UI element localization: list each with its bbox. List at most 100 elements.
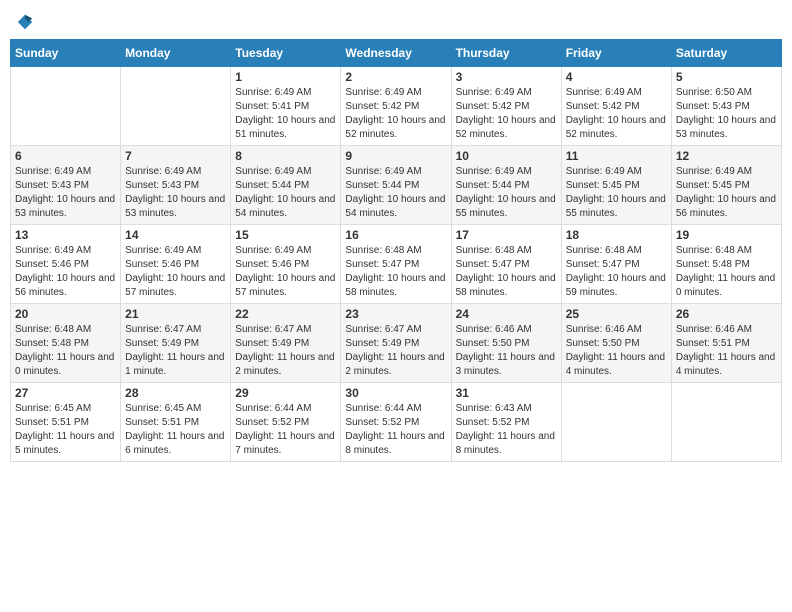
day-number: 5 (676, 70, 777, 84)
day-number: 30 (345, 386, 446, 400)
calendar-cell: 10 Sunrise: 6:49 AM Sunset: 5:44 PM Dayli… (451, 146, 561, 225)
calendar-cell: 19 Sunrise: 6:48 AM Sunset: 5:48 PM Dayli… (671, 225, 781, 304)
calendar-cell: 31 Sunrise: 6:43 AM Sunset: 5:52 PM Dayli… (451, 383, 561, 462)
day-info: Sunrise: 6:49 AM Sunset: 5:41 PM Dayligh… (235, 86, 336, 142)
calendar-cell: 24 Sunrise: 6:46 AM Sunset: 5:50 PM Dayli… (451, 304, 561, 383)
day-info: Sunrise: 6:47 AM Sunset: 5:49 PM Dayligh… (125, 323, 226, 379)
day-number: 23 (345, 307, 446, 321)
day-number: 2 (345, 70, 446, 84)
calendar-week-row: 27 Sunrise: 6:45 AM Sunset: 5:51 PM Dayli… (11, 383, 782, 462)
day-number: 27 (15, 386, 116, 400)
calendar-cell: 1 Sunrise: 6:49 AM Sunset: 5:41 PM Daylig… (231, 67, 341, 146)
calendar-week-row: 1 Sunrise: 6:49 AM Sunset: 5:41 PM Daylig… (11, 67, 782, 146)
day-number: 19 (676, 228, 777, 242)
day-number: 28 (125, 386, 226, 400)
day-number: 24 (456, 307, 557, 321)
calendar-header-sunday: Sunday (11, 40, 121, 67)
day-number: 13 (15, 228, 116, 242)
calendar-header-wednesday: Wednesday (341, 40, 451, 67)
day-info: Sunrise: 6:49 AM Sunset: 5:42 PM Dayligh… (456, 86, 557, 142)
calendar-cell: 14 Sunrise: 6:49 AM Sunset: 5:46 PM Dayli… (121, 225, 231, 304)
calendar-header-thursday: Thursday (451, 40, 561, 67)
day-info: Sunrise: 6:49 AM Sunset: 5:44 PM Dayligh… (345, 165, 446, 221)
calendar-header-row: SundayMondayTuesdayWednesdayThursdayFrid… (11, 40, 782, 67)
day-number: 20 (15, 307, 116, 321)
calendar-cell: 8Sunrise: 6:49 AM Sunset: 5:44 PM Daylig… (231, 146, 341, 225)
day-number: 29 (235, 386, 336, 400)
day-info: Sunrise: 6:50 AM Sunset: 5:43 PM Dayligh… (676, 86, 777, 142)
day-number: 22 (235, 307, 336, 321)
day-info: Sunrise: 6:45 AM Sunset: 5:51 PM Dayligh… (15, 402, 116, 458)
day-number: 17 (456, 228, 557, 242)
day-info: Sunrise: 6:44 AM Sunset: 5:52 PM Dayligh… (235, 402, 336, 458)
day-info: Sunrise: 6:49 AM Sunset: 5:42 PM Dayligh… (566, 86, 667, 142)
day-number: 21 (125, 307, 226, 321)
calendar-cell: 15 Sunrise: 6:49 AM Sunset: 5:46 PM Dayli… (231, 225, 341, 304)
day-number: 1 (235, 70, 336, 84)
day-info: Sunrise: 6:44 AM Sunset: 5:52 PM Dayligh… (345, 402, 446, 458)
calendar-cell: 18Sunrise: 6:48 AM Sunset: 5:47 PM Dayli… (561, 225, 671, 304)
day-info: Sunrise: 6:49 AM Sunset: 5:43 PM Dayligh… (125, 165, 226, 221)
day-number: 6 (15, 149, 116, 163)
calendar-week-row: 20 Sunrise: 6:48 AM Sunset: 5:48 PM Dayli… (11, 304, 782, 383)
calendar-cell: 7Sunrise: 6:49 AM Sunset: 5:43 PM Daylig… (121, 146, 231, 225)
calendar-cell: 16Sunrise: 6:48 AM Sunset: 5:47 PM Dayli… (341, 225, 451, 304)
day-number: 12 (676, 149, 777, 163)
day-number: 9 (345, 149, 446, 163)
day-number: 16 (345, 228, 446, 242)
day-info: Sunrise: 6:49 AM Sunset: 5:45 PM Dayligh… (566, 165, 667, 221)
day-number: 14 (125, 228, 226, 242)
day-info: Sunrise: 6:49 AM Sunset: 5:46 PM Dayligh… (125, 244, 226, 300)
calendar-cell (11, 67, 121, 146)
day-info: Sunrise: 6:48 AM Sunset: 5:48 PM Dayligh… (676, 244, 777, 300)
day-info: Sunrise: 6:48 AM Sunset: 5:48 PM Dayligh… (15, 323, 116, 379)
day-info: Sunrise: 6:43 AM Sunset: 5:52 PM Dayligh… (456, 402, 557, 458)
calendar-cell: 25Sunrise: 6:46 AM Sunset: 5:50 PM Dayli… (561, 304, 671, 383)
day-number: 11 (566, 149, 667, 163)
calendar-header-saturday: Saturday (671, 40, 781, 67)
calendar-cell: 9 Sunrise: 6:49 AM Sunset: 5:44 PM Daylig… (341, 146, 451, 225)
calendar-cell: 30 Sunrise: 6:44 AM Sunset: 5:52 PM Dayli… (341, 383, 451, 462)
calendar-cell: 2 Sunrise: 6:49 AM Sunset: 5:42 PM Daylig… (341, 67, 451, 146)
day-info: Sunrise: 6:49 AM Sunset: 5:43 PM Dayligh… (15, 165, 116, 221)
calendar-cell: 3 Sunrise: 6:49 AM Sunset: 5:42 PM Daylig… (451, 67, 561, 146)
day-number: 25 (566, 307, 667, 321)
day-info: Sunrise: 6:49 AM Sunset: 5:44 PM Dayligh… (235, 165, 336, 221)
logo (14, 10, 36, 31)
day-info: Sunrise: 6:46 AM Sunset: 5:51 PM Dayligh… (676, 323, 777, 379)
day-info: Sunrise: 6:45 AM Sunset: 5:51 PM Dayligh… (125, 402, 226, 458)
day-number: 18 (566, 228, 667, 242)
calendar-cell: 4 Sunrise: 6:49 AM Sunset: 5:42 PM Daylig… (561, 67, 671, 146)
day-number: 31 (456, 386, 557, 400)
day-info: Sunrise: 6:49 AM Sunset: 5:46 PM Dayligh… (235, 244, 336, 300)
day-info: Sunrise: 6:49 AM Sunset: 5:45 PM Dayligh… (676, 165, 777, 221)
day-info: Sunrise: 6:48 AM Sunset: 5:47 PM Dayligh… (456, 244, 557, 300)
calendar-table: SundayMondayTuesdayWednesdayThursdayFrid… (10, 39, 782, 462)
day-number: 4 (566, 70, 667, 84)
day-info: Sunrise: 6:46 AM Sunset: 5:50 PM Dayligh… (456, 323, 557, 379)
calendar-cell: 22 Sunrise: 6:47 AM Sunset: 5:49 PM Dayli… (231, 304, 341, 383)
day-info: Sunrise: 6:49 AM Sunset: 5:42 PM Dayligh… (345, 86, 446, 142)
day-number: 3 (456, 70, 557, 84)
day-info: Sunrise: 6:47 AM Sunset: 5:49 PM Dayligh… (235, 323, 336, 379)
calendar-week-row: 13 Sunrise: 6:49 AM Sunset: 5:46 PM Dayli… (11, 225, 782, 304)
calendar-cell (561, 383, 671, 462)
calendar-cell (121, 67, 231, 146)
calendar-cell: 23 Sunrise: 6:47 AM Sunset: 5:49 PM Dayli… (341, 304, 451, 383)
calendar-cell: 26 Sunrise: 6:46 AM Sunset: 5:51 PM Dayli… (671, 304, 781, 383)
day-number: 10 (456, 149, 557, 163)
calendar-cell: 6 Sunrise: 6:49 AM Sunset: 5:43 PM Daylig… (11, 146, 121, 225)
calendar-cell: 29 Sunrise: 6:44 AM Sunset: 5:52 PM Dayli… (231, 383, 341, 462)
day-number: 15 (235, 228, 336, 242)
calendar-week-row: 6 Sunrise: 6:49 AM Sunset: 5:43 PM Daylig… (11, 146, 782, 225)
calendar-cell: 5 Sunrise: 6:50 AM Sunset: 5:43 PM Daylig… (671, 67, 781, 146)
calendar-header-monday: Monday (121, 40, 231, 67)
calendar-cell (671, 383, 781, 462)
calendar-cell: 17 Sunrise: 6:48 AM Sunset: 5:47 PM Dayli… (451, 225, 561, 304)
day-info: Sunrise: 6:47 AM Sunset: 5:49 PM Dayligh… (345, 323, 446, 379)
day-info: Sunrise: 6:49 AM Sunset: 5:44 PM Dayligh… (456, 165, 557, 221)
calendar-cell: 21 Sunrise: 6:47 AM Sunset: 5:49 PM Dayli… (121, 304, 231, 383)
day-number: 26 (676, 307, 777, 321)
calendar-cell: 13Sunrise: 6:49 AM Sunset: 5:46 PM Dayli… (11, 225, 121, 304)
calendar-cell: 28 Sunrise: 6:45 AM Sunset: 5:51 PM Dayli… (121, 383, 231, 462)
